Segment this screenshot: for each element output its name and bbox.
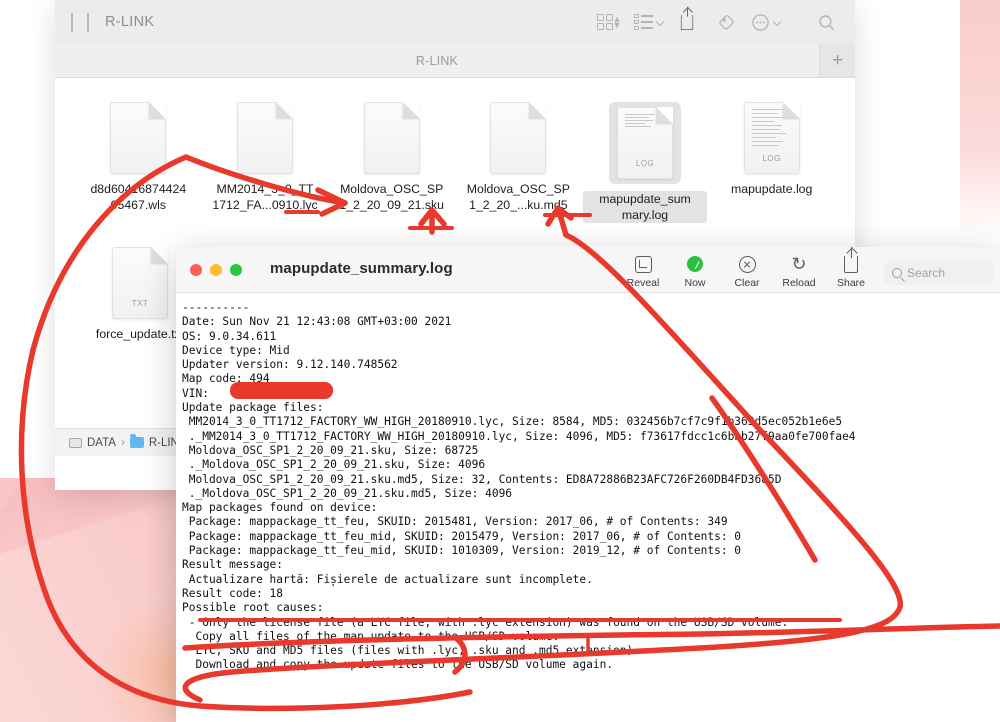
new-tab-button[interactable]: + — [819, 44, 855, 77]
search-icon — [892, 268, 902, 278]
back-arrow-icon[interactable] — [71, 13, 73, 32]
log-document-icon: LOG — [617, 107, 674, 179]
file-item-mapupdate-summary-log[interactable]: LOG mapupdate_sum mary.log — [582, 94, 709, 223]
chevron-down-icon — [655, 17, 664, 27]
tags-button[interactable] — [709, 9, 743, 35]
quicklook-title: mapupdate_summary.log — [270, 260, 453, 277]
more-actions-button[interactable] — [748, 9, 782, 35]
finder-toolbar: R-LINK ▲ ▼ — [55, 0, 855, 44]
finder-tab-bar: R-LINK + — [55, 44, 855, 78]
breadcrumb-drive[interactable]: DATA — [87, 437, 116, 449]
breadcrumb-separator: › — [120, 436, 125, 449]
close-button[interactable] — [190, 263, 202, 276]
list-view-icon — [633, 14, 653, 30]
tab-r-link[interactable]: R-LINK — [55, 54, 819, 68]
reveal-label: Reveal — [626, 277, 660, 289]
file-item-md5[interactable]: Moldova_OSC_SP 1_2_20_...ku.md5 — [455, 94, 582, 223]
search-placeholder: Search — [907, 266, 946, 280]
quicklook-toolbar: Reveal Now Clear ↻ Reload Share Search — [618, 247, 994, 289]
file-item-wls[interactable]: d8d60416874424 05467.wls — [75, 94, 202, 223]
quicklook-search-field[interactable]: Search — [884, 261, 994, 285]
file-label: Moldova_OSC_SP 1_2_20_...ku.md5 — [466, 182, 570, 212]
file-kind-label: LOG — [762, 154, 781, 163]
finder-toolbar-buttons: ▲ ▼ — [592, 6, 843, 35]
tag-icon — [718, 14, 734, 30]
now-button[interactable]: Now — [670, 251, 720, 289]
minimize-button[interactable] — [210, 263, 222, 276]
finder-search-button[interactable] — [809, 9, 843, 35]
file-item-mapupdate-log[interactable]: LOG mapupdate.log — [708, 94, 835, 223]
finder-window-title: R-LINK — [105, 14, 155, 30]
file-kind-label: TXT — [131, 299, 149, 308]
log-document-icon: LOG — [743, 102, 800, 174]
file-label: mapupdate.log — [731, 182, 813, 196]
quicklook-titlebar: mapupdate_summary.log Reveal Now Clear ↻… — [176, 247, 1000, 293]
document-icon — [110, 102, 167, 174]
document-icon — [490, 102, 547, 174]
grid-view-icon — [596, 14, 613, 30]
reload-label: Reload — [782, 277, 816, 289]
file-row-1: d8d60416874424 05467.wls MM2014_3_0_TT 1… — [75, 94, 835, 223]
share-icon — [680, 6, 694, 30]
group-by-button[interactable] — [631, 9, 665, 35]
chevron-down-icon-2 — [772, 17, 781, 27]
reveal-icon — [634, 254, 652, 274]
file-label: Moldova_OSC_SP 1_2_20_09_21.sku — [339, 182, 444, 212]
wallpaper-shape-group — [0, 478, 180, 722]
clear-icon — [738, 254, 756, 274]
clear-label: Clear — [734, 277, 760, 289]
window-controls — [176, 263, 242, 276]
now-label: Now — [684, 277, 706, 289]
text-document-icon: TXT — [112, 247, 168, 319]
clear-button[interactable]: Clear — [722, 251, 772, 289]
file-label: MM2014_3_0_TT 1712_FA...0910.lyc — [212, 182, 318, 212]
document-icon — [363, 102, 420, 174]
wallpaper-right-edge — [960, 0, 1000, 240]
selection-highlight: LOG — [609, 102, 682, 184]
quicklook-window: mapupdate_summary.log Reveal Now Clear ↻… — [176, 247, 1000, 722]
file-item-lyc[interactable]: MM2014_3_0_TT 1712_FA...0910.lyc — [202, 94, 329, 223]
share-label: Share — [836, 277, 866, 289]
share-button[interactable] — [670, 6, 704, 35]
reveal-button[interactable]: Reveal — [618, 251, 668, 289]
forward-arrow-icon[interactable] — [87, 13, 89, 32]
ellipsis-circle-icon — [751, 13, 769, 31]
document-icon — [237, 102, 293, 174]
share-button-ql[interactable]: Share — [826, 247, 876, 289]
folder-icon — [129, 434, 144, 448]
icon-view-button[interactable]: ▲ ▼ — [592, 9, 626, 35]
chevron-updown-icon: ▲ ▼ — [612, 14, 622, 30]
reload-icon: ↻ — [791, 254, 807, 274]
navigation-arrows — [71, 13, 89, 32]
zoom-button[interactable] — [230, 263, 242, 276]
file-item-sku[interactable]: Moldova_OSC_SP 1_2_20_09_21.sku — [328, 94, 455, 223]
file-label: mapupdate_sum mary.log — [583, 191, 708, 223]
reload-button[interactable]: ↻ Reload — [774, 251, 824, 289]
file-kind-label: LOG — [635, 159, 655, 168]
log-text-content: ---------- Date: Sun Nov 21 12:43:08 GMT… — [182, 301, 856, 672]
wallpaper-glow — [95, 598, 180, 722]
search-icon — [818, 14, 834, 30]
now-icon — [687, 254, 703, 274]
share-icon — [844, 247, 858, 274]
drive-icon — [69, 437, 82, 448]
file-label: d8d60416874424 05467.wls — [90, 182, 187, 212]
